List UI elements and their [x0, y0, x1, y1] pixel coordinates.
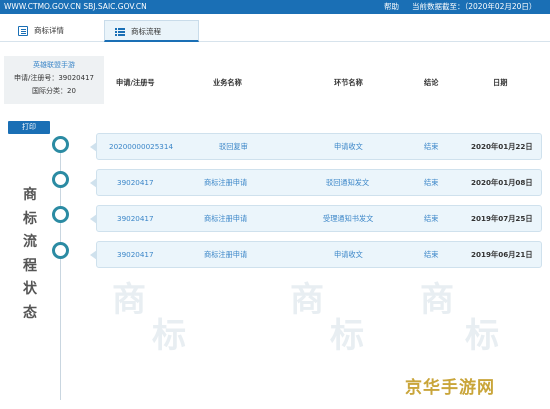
- watermark-glyph: 商: [290, 280, 324, 320]
- record-result: 结束: [424, 142, 439, 151]
- process-record[interactable]: 39020417 商标注册申请 受理通知书发文 结束 2019年07月25日: [90, 205, 542, 232]
- vertical-label-char: 商: [23, 187, 37, 203]
- record-date: 2019年07月25日: [471, 214, 533, 223]
- site-url: WWW.CTMO.GOV.CN SBJ.SAIC.GOV.CN: [4, 2, 147, 11]
- record-number: 39020417: [117, 214, 154, 223]
- watermark-glyph: 标: [465, 316, 499, 356]
- help-link[interactable]: 帮助: [384, 0, 399, 14]
- record-business: 商标注册申请: [204, 178, 248, 187]
- tab-trademark-process[interactable]: 商标流程: [104, 20, 199, 42]
- record-step: 驳回通知发文: [326, 178, 370, 187]
- record-result: 结束: [424, 178, 439, 187]
- record-date: 2020年01月22日: [471, 142, 533, 151]
- tab-trademark-details[interactable]: 商标详情: [8, 20, 104, 42]
- record-number: 39020417: [117, 178, 154, 187]
- record-business: 驳回复审: [219, 142, 248, 151]
- record-result: 结束: [424, 250, 439, 259]
- watermark-glyph: 标: [330, 316, 364, 356]
- brand-watermark: 京华手游网: [405, 378, 495, 398]
- tab-label: 商标详情: [34, 26, 64, 35]
- watermark-glyph: 标: [152, 316, 186, 356]
- vertical-label-char: 流: [23, 234, 37, 250]
- record-step: 受理通知书发文: [323, 214, 374, 223]
- column-header-biz: 业务名称: [213, 78, 242, 87]
- doc-icon: [18, 26, 28, 36]
- list-icon: [115, 27, 125, 37]
- record-step: 申请收文: [334, 250, 363, 259]
- tab-label: 商标流程: [131, 27, 161, 36]
- watermark-glyph: 商: [112, 280, 146, 320]
- print-button[interactable]: 打印: [8, 121, 50, 134]
- vertical-label-char: 程: [23, 257, 37, 274]
- timeline-node: [52, 206, 69, 223]
- column-header-step: 环节名称: [334, 78, 363, 87]
- tab-bar: 商标详情 商标流程: [0, 20, 550, 42]
- process-record[interactable]: 20200000025314 驳回复审 申请收文 结束 2020年01月22日: [90, 133, 542, 160]
- record-step: 申请收文: [334, 142, 363, 151]
- column-header-date: 日期: [493, 78, 508, 87]
- vertical-process-label: 商 标 流 程 状 态: [16, 184, 44, 325]
- record-number: 39020417: [117, 250, 154, 259]
- column-header-no: 申请/注册号: [116, 78, 155, 87]
- process-record[interactable]: 39020417 商标注册申请 申请收文 结束 2019年06月21日: [90, 241, 542, 268]
- timeline-node: [52, 171, 69, 188]
- record-business: 商标注册申请: [204, 214, 248, 223]
- vertical-label-char: 态: [23, 304, 37, 321]
- record-business: 商标注册申请: [204, 250, 248, 259]
- table-header: 申请/注册号 业务名称 环节名称 结论 日期: [0, 78, 550, 90]
- timeline-node: [52, 242, 69, 259]
- watermark-glyph: 商: [420, 280, 454, 320]
- record-result: 结束: [424, 214, 439, 223]
- process-record[interactable]: 39020417 商标注册申请 驳回通知发文 结束 2020年01月08日: [90, 169, 542, 196]
- record-date: 2020年01月08日: [471, 178, 533, 187]
- column-header-result: 结论: [424, 78, 439, 87]
- vertical-label-char: 标: [23, 210, 37, 227]
- vertical-label-char: 状: [23, 281, 37, 297]
- record-number: 20200000025314: [109, 142, 174, 151]
- data-cutoff-text: 当前数据截至：（2020年02月20日）: [412, 2, 537, 11]
- trademark-name[interactable]: 英雄联盟手游: [4, 59, 104, 72]
- timeline-node: [52, 136, 69, 153]
- top-bar: WWW.CTMO.GOV.CN SBJ.SAIC.GOV.CN 帮助 当前数据截…: [0, 0, 550, 14]
- record-date: 2019年06月21日: [471, 250, 533, 259]
